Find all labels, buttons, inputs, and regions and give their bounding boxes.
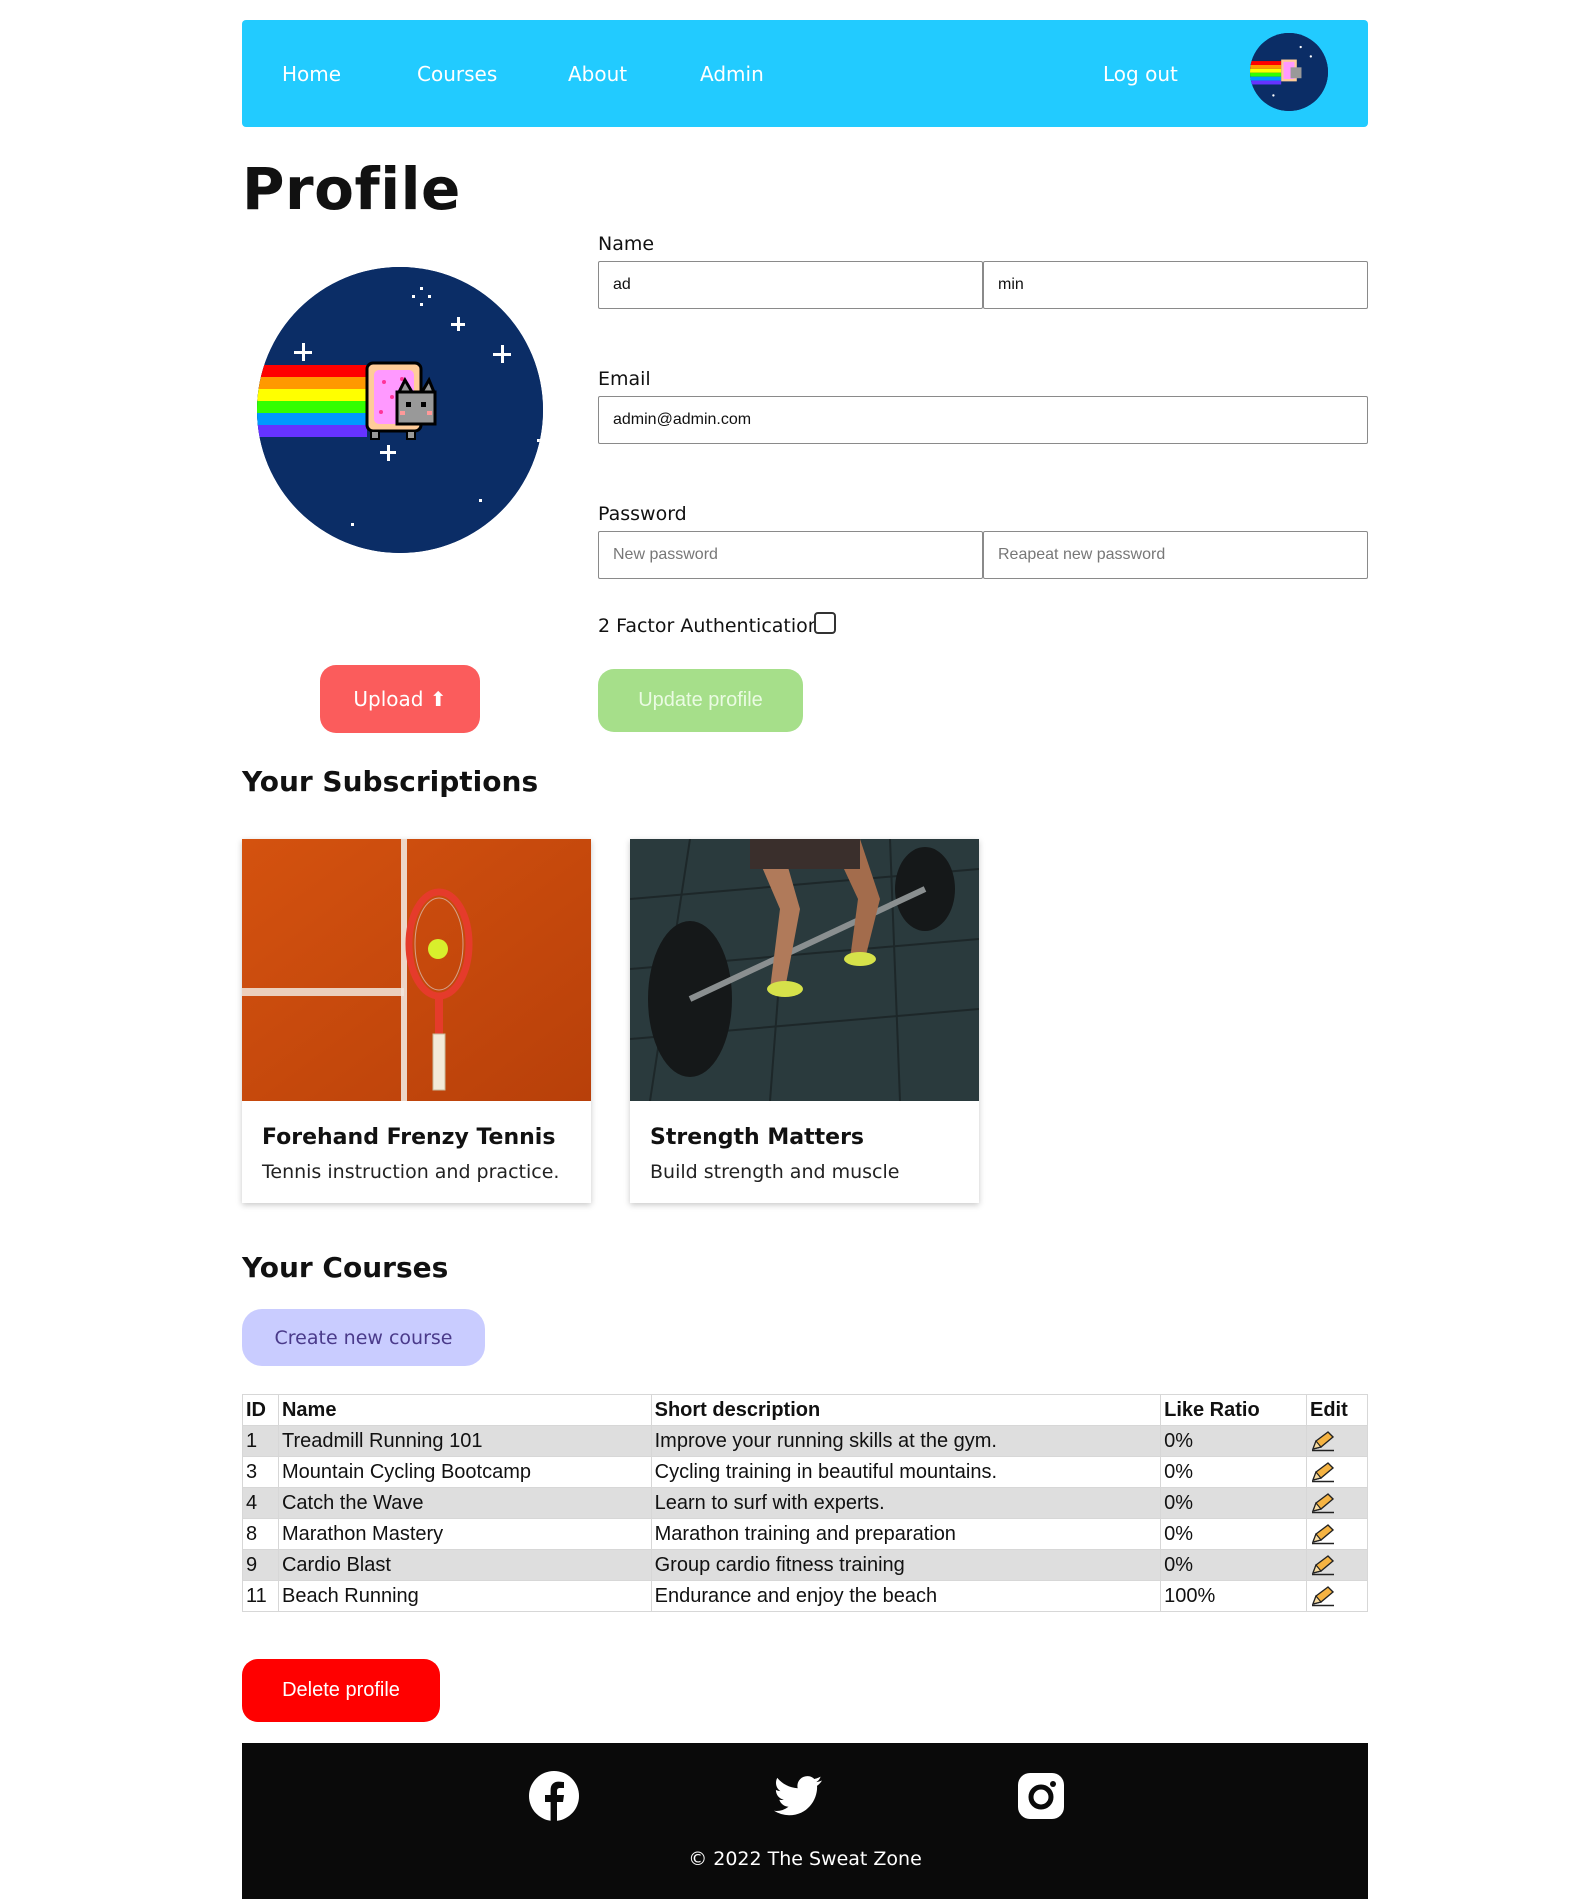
edit-pencil-icon[interactable]	[1310, 1430, 1336, 1452]
page-title: Profile	[242, 155, 461, 223]
cell-edit	[1305, 1456, 1369, 1488]
cell-id: 11	[242, 1580, 279, 1612]
cell-desc: Improve your running skills at the gym.	[650, 1425, 1162, 1457]
subscription-card-strength[interactable]: Strength Matters Build strength and musc…	[630, 839, 979, 1203]
card-description: Tennis instruction and practice.	[262, 1161, 560, 1183]
cell-name: Mountain Cycling Bootcamp	[277, 1456, 652, 1488]
courses-table: ID Name Short description Like Ratio Edi…	[242, 1394, 1369, 1612]
tennis-course-image	[242, 839, 591, 1101]
cell-desc: Cycling training in beautiful mountains.	[650, 1456, 1162, 1488]
cell-name: Treadmill Running 101	[277, 1425, 652, 1457]
cell-ratio: 100%	[1160, 1580, 1307, 1612]
cell-desc: Marathon training and preparation	[650, 1518, 1162, 1550]
cell-ratio: 0%	[1160, 1425, 1307, 1457]
nav-admin-link[interactable]: Admin	[700, 62, 764, 86]
two-factor-checkbox[interactable]	[814, 612, 836, 634]
repeat-password-input[interactable]	[983, 531, 1368, 579]
cell-id: 9	[242, 1549, 279, 1581]
update-profile-button[interactable]: Update profile	[598, 669, 803, 732]
name-label: Name	[598, 233, 655, 255]
cell-name: Cardio Blast	[277, 1549, 652, 1581]
subscription-card-tennis[interactable]: Forehand Frenzy Tennis Tennis instructio…	[242, 839, 591, 1203]
copyright-text: © 2022 The Sweat Zone	[688, 1848, 922, 1870]
cell-id: 8	[242, 1518, 279, 1550]
nav-home-link[interactable]: Home	[282, 62, 341, 86]
twitter-icon[interactable]	[772, 1770, 824, 1822]
edit-pencil-icon[interactable]	[1310, 1461, 1336, 1483]
table-row: 3 Mountain Cycling Bootcamp Cycling traini…	[242, 1456, 1369, 1488]
edit-pencil-icon[interactable]	[1310, 1585, 1336, 1607]
last-name-input[interactable]	[983, 261, 1368, 309]
edit-pencil-icon[interactable]	[1310, 1492, 1336, 1514]
nav-about-link[interactable]: About	[568, 62, 627, 86]
cell-desc: Group cardio fitness training	[650, 1549, 1162, 1581]
cell-edit	[1305, 1549, 1369, 1581]
cell-id: 4	[242, 1487, 279, 1519]
card-description: Build strength and muscle	[650, 1161, 900, 1183]
nav-avatar[interactable]	[1250, 33, 1328, 111]
cell-desc: Endurance and enjoy the beach	[650, 1580, 1162, 1612]
facebook-icon[interactable]	[528, 1770, 580, 1822]
navbar: Home Courses About Admin Log out	[242, 20, 1368, 127]
column-header: Name	[277, 1394, 652, 1426]
edit-pencil-icon[interactable]	[1310, 1554, 1336, 1576]
cell-name: Beach Running	[277, 1580, 652, 1612]
column-header: Short description	[650, 1394, 1162, 1426]
profile-avatar	[257, 267, 543, 553]
delete-profile-button[interactable]: Delete profile	[242, 1659, 440, 1722]
password-label: Password	[598, 503, 687, 525]
column-header: Edit	[1305, 1394, 1369, 1426]
tennis-racket-image	[242, 839, 591, 1101]
cell-id: 1	[242, 1425, 279, 1457]
cell-name: Catch the Wave	[277, 1487, 652, 1519]
cell-edit	[1305, 1580, 1369, 1612]
card-title: Forehand Frenzy Tennis	[262, 1125, 556, 1150]
cell-ratio: 0%	[1160, 1456, 1307, 1488]
column-header: Like Ratio	[1160, 1394, 1307, 1426]
two-factor-label: 2 Factor Authentication	[598, 615, 820, 637]
logout-link[interactable]: Log out	[1103, 62, 1178, 86]
cell-id: 3	[242, 1456, 279, 1488]
first-name-input[interactable]	[598, 261, 983, 309]
footer: © 2022 The Sweat Zone	[242, 1743, 1368, 1899]
subscriptions-heading: Your Subscriptions	[242, 765, 539, 798]
email-input[interactable]	[598, 396, 1368, 444]
table-row: 11 Beach Running Endurance and enjoy the b…	[242, 1580, 1369, 1612]
cell-edit	[1305, 1518, 1369, 1550]
instagram-icon[interactable]	[1015, 1770, 1067, 1822]
barbell-image	[630, 839, 979, 1101]
strength-course-image	[630, 839, 979, 1101]
table-row: 1 Treadmill Running 101 Improve your runni…	[242, 1425, 1369, 1457]
edit-pencil-icon[interactable]	[1310, 1523, 1336, 1545]
card-title: Strength Matters	[650, 1125, 865, 1150]
cell-name: Marathon Mastery	[277, 1518, 652, 1550]
cell-ratio: 0%	[1160, 1487, 1307, 1519]
cell-edit	[1305, 1487, 1369, 1519]
email-label: Email	[598, 368, 651, 390]
cell-edit	[1305, 1425, 1369, 1457]
create-course-button[interactable]: Create new course	[242, 1309, 485, 1366]
cell-ratio: 0%	[1160, 1518, 1307, 1550]
table-row: 4 Catch the Wave Learn to surf with expert…	[242, 1487, 1369, 1519]
table-row: 8 Marathon Mastery Marathon training and p…	[242, 1518, 1369, 1550]
cell-ratio: 0%	[1160, 1549, 1307, 1581]
nyan-cat-avatar-icon	[1250, 33, 1328, 111]
new-password-input[interactable]	[598, 531, 983, 579]
nyan-cat-image	[257, 267, 543, 553]
courses-heading: Your Courses	[242, 1251, 449, 1284]
cell-desc: Learn to surf with experts.	[650, 1487, 1162, 1519]
nav-courses-link[interactable]: Courses	[417, 62, 497, 86]
column-header: ID	[242, 1394, 279, 1426]
table-row: 9 Cardio Blast Group cardio fitness traini…	[242, 1549, 1369, 1581]
table-header-row: ID Name Short description Like Ratio Edi…	[242, 1394, 1369, 1426]
upload-button[interactable]: Upload ⬆	[320, 665, 480, 733]
